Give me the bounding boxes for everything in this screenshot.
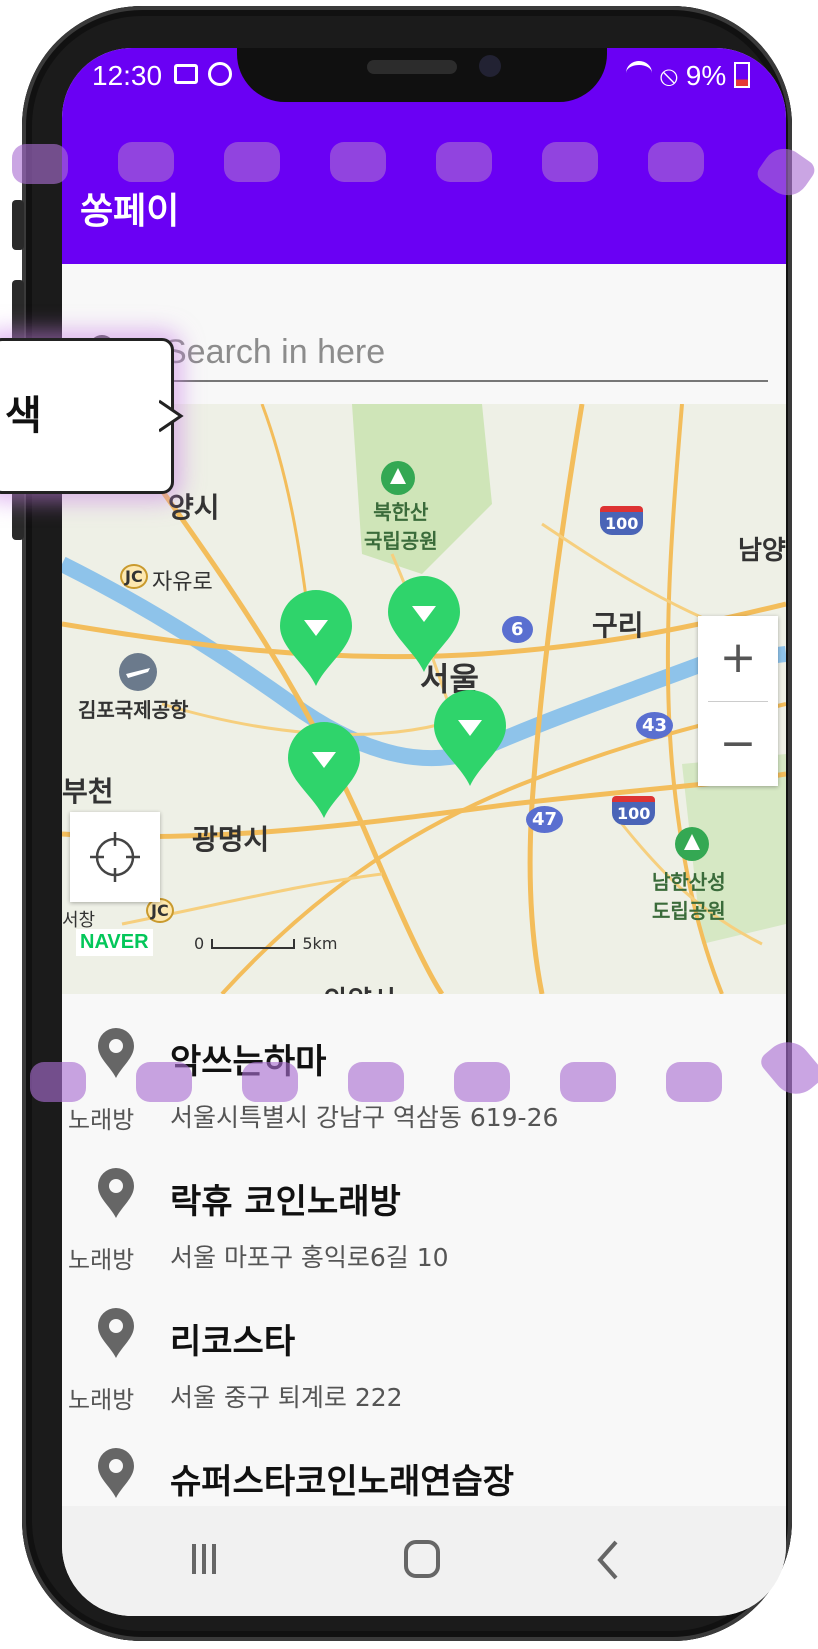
place-name: 슈퍼스타코인노래연습장 [170,1462,515,1502]
place-category: 노래방 [68,1106,135,1134]
zoom-control: + − [698,616,778,786]
list-item[interactable]: 락휴 코인노래방 노래방 서울 마포구 홍익로6길 10 [62,1158,786,1298]
home-icon[interactable] [392,1534,452,1586]
place-category: 노래방 [68,1386,135,1414]
zoom-out-button[interactable]: − [698,702,778,786]
camera-notch [237,48,607,102]
back-icon[interactable] [578,1534,638,1586]
place-category: 노래방 [68,1246,135,1274]
gallery-icon [174,64,198,84]
park-icon [675,827,709,861]
place-address: 서울 마포구 홍익로6길 10 [170,1243,449,1272]
battery-icon [734,62,750,88]
park-icon [381,461,415,495]
place-name: 락휴 코인노래방 [170,1182,401,1222]
map-label-airport: 김포국제공항 [78,698,189,722]
recent-apps-icon[interactable] [174,1534,234,1586]
tooltip-text: 색 [5,393,42,439]
naver-logo: NAVER [76,929,153,956]
route-badge: 6 [502,616,533,643]
location-pin-icon [98,1448,134,1498]
highway-shield: 100 [600,506,644,535]
search-input[interactable] [160,324,768,382]
decoration-dot [224,142,280,182]
zoom-in-button[interactable]: + [698,616,778,700]
jc-badge: JC [120,564,148,589]
major-road [527,404,585,994]
decoration-dot [30,1062,86,1102]
map-label-guri: 구리 [592,609,644,642]
location-pin-icon [98,1168,134,1218]
highway-shield: 100 [612,796,656,825]
scale-line [211,939,296,949]
decoration-dot [542,142,598,182]
wifi-icon [625,61,652,85]
map-label-bucheon: 부천 [62,775,114,808]
list-item[interactable]: 리코스타 노래방 서울 중구 퇴계로 222 [62,1298,786,1438]
decoration-dot [348,1062,404,1102]
decoration-dot [12,144,68,184]
map-marker[interactable] [384,574,464,674]
map-label-gwangmyeong: 광명시 [192,823,270,856]
search-tooltip: 색 [0,338,184,494]
location-pin-icon [98,1308,134,1358]
decoration-dot [330,142,386,182]
map-label-city: 양시 [168,491,220,524]
tooltip-arrow [159,399,184,433]
front-camera [479,55,501,77]
place-name: 리코스타 [170,1322,296,1362]
decoration-dot [454,1062,510,1102]
current-location-button[interactable] [70,812,160,902]
crosshair-icon [90,832,140,882]
speaker [367,60,457,74]
map-marker[interactable] [284,720,364,820]
map-label-anyang: 안양시 [324,980,396,994]
airport-icon [119,653,157,691]
list-item[interactable]: 슈퍼스타코인노래연습장 [62,1438,786,1506]
map-marker[interactable] [276,588,356,688]
route-badge: 43 [636,712,674,739]
decoration-dot [436,142,492,182]
route-badge: 47 [526,806,564,833]
battery-level: 9% [685,60,727,91]
map-label-namyang: 남양 [738,536,786,566]
phone-screen: 12:30 ⦸ 9% 쏭페이 Search in here 양시 북한산 국립공… [62,48,786,1616]
status-time: 12:30 [92,60,163,91]
decoration-dot [136,1062,192,1102]
place-address: 서울시특별시 강남구 역삼동 619-26 [170,1103,559,1132]
map-marker[interactable] [430,688,510,788]
decoration-dot [648,142,704,182]
at-icon [208,62,232,86]
map-scale-bar: 0 5km [194,934,337,953]
do-not-disturb-icon: ⦸ [659,60,678,91]
scale-distance: 5km [302,934,338,953]
map-label-road: 자유로 [152,570,213,595]
map-label-park: 남한산성 도립공원 [652,870,726,923]
decoration-dot [118,142,174,182]
place-address: 서울 중구 퇴계로 222 [170,1383,403,1412]
phone-side-button [12,200,24,250]
system-navigation-bar [62,1506,786,1616]
map-label-park: 북한산 국립공원 [364,500,438,553]
decoration-dot [666,1062,722,1102]
decoration-dot [242,1062,298,1102]
location-pin-icon [98,1028,134,1078]
decoration-dot [560,1062,616,1102]
app-title: 쏭페이 [80,191,180,232]
map-view[interactable]: 양시 북한산 국립공원 자유로 김포국제공항 서울 구리 부천 광명시 남한산성… [62,404,786,994]
app-bar: 쏭페이 [62,104,786,264]
scale-zero: 0 [194,934,205,953]
